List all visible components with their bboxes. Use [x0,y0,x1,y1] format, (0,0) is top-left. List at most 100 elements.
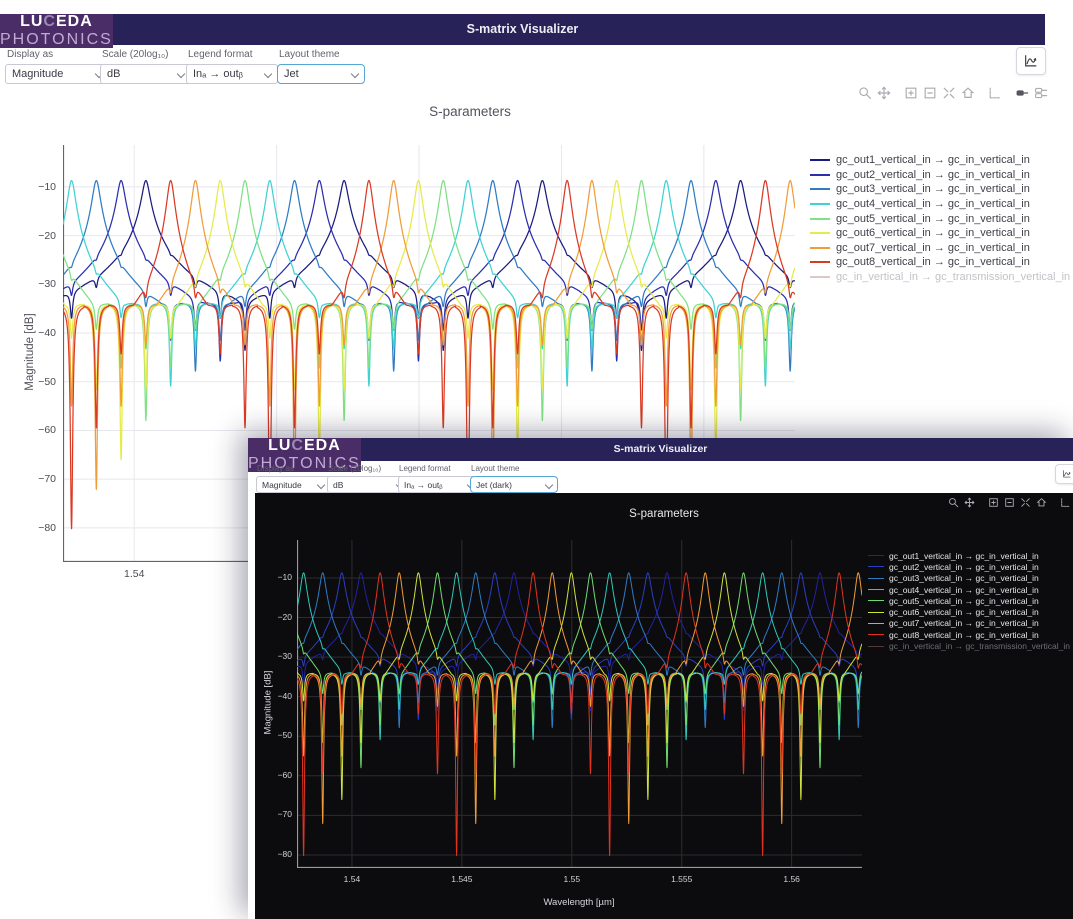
scale-select[interactable]: dB [327,476,409,493]
legend-label: gc_out6_vertical_in → gc_in_vertical_in [889,607,1039,617]
control-display-as: Display as Magnitude [5,45,109,84]
y-tick-label: −40 [262,691,292,701]
legend-item[interactable]: gc_out6_vertical_in → gc_in_vertical_in [868,606,1073,617]
x-tick-label: 1.555 [671,874,692,884]
zoom-icon[interactable] [858,86,872,100]
plot-modebar [858,86,1053,100]
line-chart-icon [1062,467,1072,481]
legend-line-swatch [868,623,884,624]
y-axis-label: Magnitude [dB] [263,648,274,758]
legend-line-swatch [868,612,884,613]
legend-line-swatch [810,276,830,278]
control-label: Display as [7,49,109,60]
y-tick-label: −70 [262,809,292,819]
legend-label: gc_out6_vertical_in → gc_in_vertical_in [836,227,1030,239]
plot-title: S-parameters [564,508,764,520]
zoom-out-icon[interactable] [923,86,937,100]
legend-line-swatch [810,247,830,249]
y-tick-label: −60 [262,770,292,780]
control-scale: Scale (20log₁₀) dB [100,45,191,84]
control-scale: Scale (20log₁₀) dB [327,461,409,493]
titlebar: ↺ S-matrix Visualizer LUCEDA PHOTONICS [248,438,1073,461]
legend-label: gc_out2_vertical_in → gc_in_vertical_in [836,169,1030,181]
layout-theme-select[interactable]: Jet [277,64,365,84]
autoscale-icon[interactable] [1020,497,1031,508]
app-title: S-matrix Visualizer [209,14,836,45]
hover-compare-icon[interactable] [1034,86,1048,100]
x-tick-label: 1.54 [124,568,144,580]
scale-select[interactable]: dB [100,64,191,84]
pan-icon[interactable] [964,497,975,508]
legend-item[interactable]: gc_out4_vertical_in → gc_in_vertical_in [810,197,1073,212]
display-as-select[interactable]: Magnitude [5,64,109,84]
control-display-as: Display as Magnitude [256,461,330,493]
y-tick-label: −10 [262,572,292,582]
legend-label: gc_out5_vertical_in → gc_in_vertical_in [889,596,1039,606]
legend-item[interactable]: gc_out1_vertical_in → gc_in_vertical_in [868,550,1073,561]
spikelines-icon[interactable] [988,86,1002,100]
legend-item[interactable]: gc_in_vertical_in → gc_transmission_vert… [810,270,1073,285]
legend-item[interactable]: gc_out3_vertical_in → gc_in_vertical_in [810,182,1073,197]
legend-item[interactable]: gc_out2_vertical_in → gc_in_vertical_in [868,561,1073,572]
legend-label: gc_out3_vertical_in → gc_in_vertical_in [836,183,1030,195]
legend-label: gc_out4_vertical_in → gc_in_vertical_in [836,198,1030,210]
zoom-in-icon[interactable] [904,86,918,100]
y-tick-label: −80 [262,849,292,859]
pan-icon[interactable] [877,86,891,100]
legend-line-swatch [868,578,884,579]
legend-item[interactable]: gc_out6_vertical_in → gc_in_vertical_in [810,226,1073,241]
chart-panel-button[interactable] [1055,464,1073,484]
legend-item[interactable]: gc_out7_vertical_in → gc_in_vertical_in [810,241,1073,256]
plot-title: S-parameters [370,104,570,119]
x-tick-label: 1.545 [451,874,472,884]
legend-label: gc_out7_vertical_in → gc_in_vertical_in [889,618,1039,628]
reset-axes-icon[interactable] [961,86,975,100]
control-label: Legend format [399,464,480,473]
control-legend-format: Legend format Inₐ → outᵦ [398,461,480,493]
luceda-logo: LUCEDA PHOTONICS [0,14,113,48]
chevron-down-icon [264,70,272,78]
plot-legend: gc_out1_vertical_in → gc_in_vertical_ing… [868,550,1073,652]
legend-item[interactable]: gc_out2_vertical_in → gc_in_vertical_in [810,168,1073,183]
legend-item[interactable]: gc_out3_vertical_in → gc_in_vertical_in [868,573,1073,584]
autoscale-icon[interactable] [942,86,956,100]
legend-line-swatch [868,589,884,590]
control-label: Display as [257,464,330,473]
x-axis-label: Wavelength [µm] [504,897,654,908]
legend-item[interactable]: gc_out5_vertical_in → gc_in_vertical_in [868,595,1073,606]
hover-closest-icon[interactable] [1015,86,1029,100]
spikelines-icon[interactable] [1060,497,1071,508]
y-tick-label: −60 [22,424,56,436]
control-label: Layout theme [471,464,558,473]
plot-area[interactable] [297,540,862,868]
legend-line-swatch [810,159,830,161]
reset-axes-icon[interactable] [1036,497,1047,508]
legend-item[interactable]: gc_out5_vertical_in → gc_in_vertical_in [810,211,1073,226]
legend-item[interactable]: gc_out7_vertical_in → gc_in_vertical_in [868,618,1073,629]
legend-line-swatch [868,566,884,567]
legend-format-select[interactable]: Inₐ → outᵦ [398,476,480,493]
x-tick-label: 1.56 [783,874,800,884]
control-label: Scale (20log₁₀) [102,49,191,60]
legend-item[interactable]: gc_out8_vertical_in → gc_in_vertical_in [868,629,1073,640]
layout-theme-select[interactable]: Jet (dark) [470,476,558,493]
legend-line-swatch [810,188,830,190]
display-as-select[interactable]: Magnitude [256,476,330,493]
legend-item[interactable]: gc_in_vertical_in → gc_transmission_vert… [868,640,1073,651]
y-tick-label: −40 [22,327,56,339]
line-chart-icon [1023,52,1039,70]
legend-item[interactable]: gc_out4_vertical_in → gc_in_vertical_in [868,584,1073,595]
chart-panel-button[interactable] [1016,47,1046,75]
legend-item[interactable]: gc_out8_vertical_in → gc_in_vertical_in [810,255,1073,270]
zoom-in-icon[interactable] [988,497,999,508]
legend-item[interactable]: gc_out1_vertical_in → gc_in_vertical_in [810,153,1073,168]
zoom-icon[interactable] [948,497,959,508]
legend-line-swatch [810,232,830,234]
zoom-out-icon[interactable] [1004,497,1015,508]
screen: ↺ S-matrix Visualizer LUCEDA PHOTONICS D… [0,0,1073,919]
legend-label: gc_out8_vertical_in → gc_in_vertical_in [889,630,1039,640]
app-title: S-matrix Visualizer [413,438,908,461]
control-label: Layout theme [279,49,365,60]
legend-line-swatch [810,174,830,176]
legend-format-select[interactable]: Inₐ → outᵦ [186,64,278,84]
